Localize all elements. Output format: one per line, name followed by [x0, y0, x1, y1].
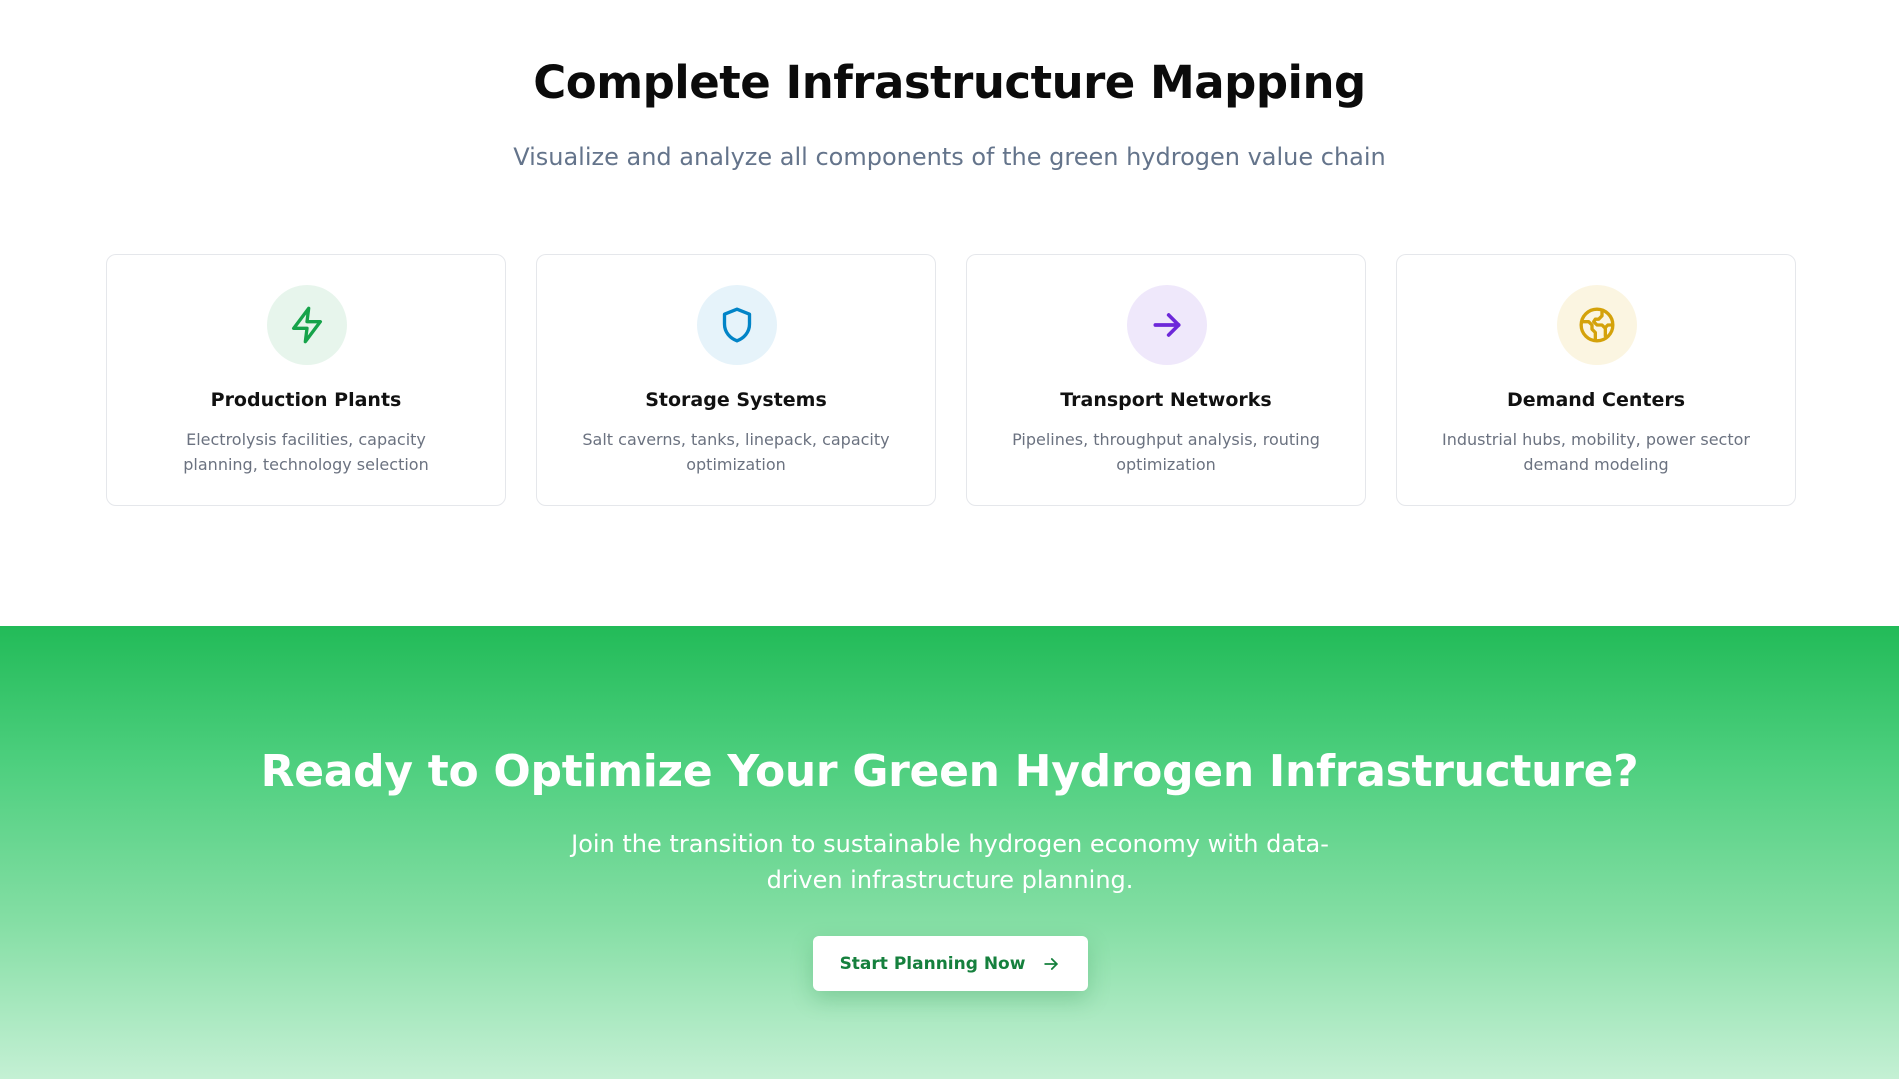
feature-cards: Production Plants Electrolysis facilitie… — [106, 254, 1796, 506]
card-demand-centers: Demand Centers Industrial hubs, mobility… — [1396, 254, 1796, 506]
card-title: Storage Systems — [645, 389, 827, 411]
cta-section: Ready to Optimize Your Green Hydrogen In… — [0, 626, 1899, 1079]
section-subtitle: Visualize and analyze all components of … — [513, 143, 1386, 171]
section-title: Complete Infrastructure Mapping — [533, 56, 1366, 109]
cta-title: Ready to Optimize Your Green Hydrogen In… — [260, 746, 1639, 797]
card-storage-systems: Storage Systems Salt caverns, tanks, lin… — [536, 254, 936, 506]
card-title: Demand Centers — [1506, 389, 1686, 411]
card-transport-networks: Transport Networks Pipelines, throughput… — [966, 254, 1366, 506]
card-description: Pipelines, throughput analysis, routing … — [1012, 430, 1320, 474]
cta-description: Join the transition to sustainable hydro… — [571, 830, 1329, 894]
infrastructure-mapping-section: Complete Infrastructure Mapping Visualiz… — [0, 0, 1899, 626]
lightning-icon — [267, 285, 347, 365]
arrow-right-icon — [1044, 957, 1059, 970]
card-production-plants: Production Plants Electrolysis facilitie… — [106, 254, 506, 506]
card-title: Production Plants — [210, 389, 402, 411]
card-description: Salt caverns, tanks, linepack, capacity … — [582, 430, 890, 474]
shield-icon — [697, 285, 777, 365]
arrow-right-icon — [1127, 285, 1207, 365]
card-description: Electrolysis facilities, capacity planni… — [183, 430, 429, 474]
start-planning-button-label: Start Planning Now — [839, 953, 1026, 974]
globe-icon — [1557, 285, 1637, 365]
card-description: Industrial hubs, mobility, power sector … — [1441, 430, 1750, 474]
card-title: Transport Networks — [1060, 389, 1272, 411]
start-planning-button[interactable]: Start Planning Now — [813, 936, 1088, 991]
